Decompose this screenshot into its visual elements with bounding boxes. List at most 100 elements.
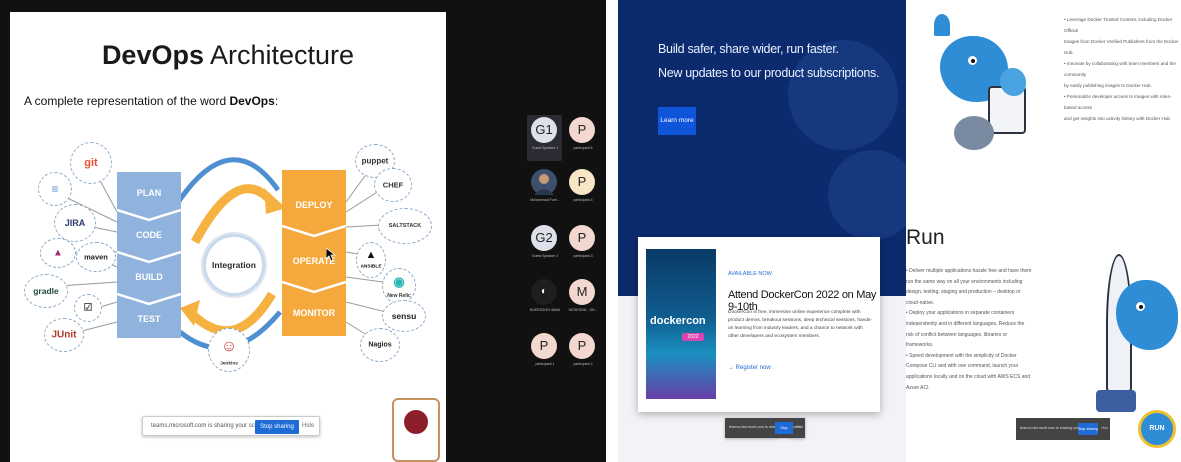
integration-hub-label: Integration <box>212 260 256 270</box>
participant-tile[interactable]: M MCSE0030 - SH... <box>565 277 601 321</box>
participant-name: participant.1 <box>535 362 555 366</box>
chef-logo-label: CHEF <box>382 180 404 190</box>
participant-tile[interactable]: Pparticipant.2 <box>565 331 601 375</box>
docker-website: Build safer, share wider, run faster. Ne… <box>618 0 1181 462</box>
share-bar-text: teams.microsoft.com is sharing your scre… <box>151 423 269 429</box>
participant-tile[interactable]: Pparticipant.6 <box>565 115 601 159</box>
hide-share-bar-button[interactable]: Hide <box>302 423 314 429</box>
participant-name: MCSE0030 - SH... <box>568 308 598 312</box>
checklist-icon: ☑ <box>83 302 93 314</box>
mountain-icon: ▲ <box>53 247 63 259</box>
hero-headline: Build safer, share wider, run faster. <box>658 42 839 56</box>
robot-figure <box>954 116 994 150</box>
small-whale-mascot <box>1000 68 1026 96</box>
docker-whale-illustration-top <box>930 8 1060 158</box>
dev-chevrons <box>117 208 181 306</box>
participant-avatar: G1 <box>531 117 557 143</box>
ansible-logo: ANSIBLE ▲ <box>356 242 386 278</box>
saltstack-logo-label: SALTSTACK <box>388 223 422 229</box>
participant-tile[interactable]: Pparticipant.1 <box>527 331 563 375</box>
bullet-line: design, testing, staging and production … <box>906 289 1021 296</box>
bullet-line: independently and in different languages… <box>906 320 1025 327</box>
hero-decor-shape <box>788 40 898 150</box>
participant-tile[interactable]: ◐ BUEEDSON IMAM <box>527 277 563 321</box>
whale-eye <box>968 56 977 65</box>
bullet-line: and get insights into activity history w… <box>1064 116 1172 121</box>
ops-stage-column: DEPLOY OPERATE MONITOR <box>282 170 346 336</box>
stop-sharing-button[interactable]: Stop sharing <box>1078 423 1098 435</box>
card-kicker: AVAILABLE NOW <box>728 271 772 277</box>
run-feature-bullets: • Deliver multiple applications hassle f… <box>906 266 1038 393</box>
whale-mascot <box>1116 280 1178 350</box>
participant-tile[interactable]: G2 Guest Speaker 2 <box>527 223 563 267</box>
chef-logo: CHEF <box>374 168 412 202</box>
sensu-logo-label: sensu <box>391 311 417 321</box>
stop-sharing-button[interactable]: Stop sharing <box>775 422 793 442</box>
dockercon-brand-text: dockercon <box>650 315 706 327</box>
bullet-line: • Innovate by collaborating with team me… <box>1064 61 1176 77</box>
participant-tile[interactable]: G1 Guest Speaker 1 <box>527 115 563 159</box>
saltstack-logo: SALTSTACK <box>378 208 432 244</box>
participant-tile[interactable]: Muhammad Furh... <box>527 167 563 211</box>
stack-icon: ≡ <box>51 182 59 196</box>
participant-tile[interactable]: Pparticipant.3 <box>565 223 601 267</box>
jenkins-logo-label: Jenkins <box>220 361 238 367</box>
newrelic-logo-label: New Relic <box>387 292 411 299</box>
integration-hub: Integration <box>203 234 265 296</box>
checklist-logo: ☑ <box>74 294 102 322</box>
participant-photo-avatar <box>531 169 557 195</box>
participant-avatar: P <box>569 225 595 251</box>
bullet-line: Azure ACI. <box>906 384 930 391</box>
bullet-line: frameworks. <box>906 342 934 349</box>
dockercon-promo-card: dockercon 2022 AVAILABLE NOW Attend Dock… <box>638 237 880 412</box>
dev-stage-column: PLAN CODE BUILD TEST <box>117 172 181 338</box>
participant-avatar: P <box>531 333 557 359</box>
junit-logo: JUnit <box>44 318 84 352</box>
hero-subheadline: New updates to our product subscriptions… <box>658 66 880 80</box>
bullet-line: by easily publishing images to Docker Hu… <box>1064 83 1152 88</box>
junit-logo-label: JUnit <box>51 329 77 341</box>
git-logo-label: git <box>84 157 98 169</box>
docker-features-panel: • Leverage Docker Trusted Content, inclu… <box>906 0 1181 462</box>
jira-logo-label: JIRA <box>64 218 86 228</box>
ops-chevrons <box>282 224 346 294</box>
participant-tile[interactable]: Pparticipant.4 <box>565 167 601 211</box>
participant-avatar: ◐ <box>531 279 557 305</box>
hero-decor-shape <box>828 150 906 240</box>
bullet-line: risk of conflict between languages, libr… <box>906 331 1008 338</box>
register-now-link[interactable]: → Register now <box>728 365 771 371</box>
screen-share-bar-mid: teams.microsoft.com is sharing your scre… <box>725 418 805 442</box>
person-icon <box>534 174 554 195</box>
stop-sharing-button[interactable]: Stop sharing <box>255 420 299 434</box>
bullet-line: Images from Docker Verified Publishers f… <box>1064 39 1179 55</box>
bullet-line: cloud-native. <box>906 299 935 306</box>
shared-slide: DevOps Architecture A complete represent… <box>10 12 446 462</box>
participant-avatar: P <box>569 333 595 359</box>
newrelic-logo: New Relic ◉ <box>382 268 416 304</box>
register-now-label: Register now <box>735 365 771 371</box>
hide-share-bar-button[interactable]: Hide <box>1101 426 1108 430</box>
run-button-icon: RUN <box>1138 410 1176 448</box>
participant-name: Guest Speaker 1 <box>531 146 559 150</box>
participant-avatar: P <box>569 117 595 143</box>
dockercon-year-badge: 2022 <box>682 333 704 341</box>
university-seal-logo <box>392 398 440 462</box>
jenkins-logo: Jenkins ☺ <box>208 328 250 372</box>
mountain-logo: ▲ <box>40 238 76 268</box>
bullet-line: • Personalize developer access to images… <box>1064 94 1172 110</box>
dockercon-banner-image: dockercon 2022 <box>646 249 716 399</box>
hide-share-bar-button[interactable]: Hide <box>796 425 803 429</box>
teams-meeting-window: DevOps Architecture A complete represent… <box>0 0 606 462</box>
gradle-logo: gradle <box>24 274 68 308</box>
stack-logo: ≡ <box>38 172 72 206</box>
sensu-logo: sensu <box>382 300 426 332</box>
whale-eye <box>1136 302 1145 311</box>
bullet-line: • Speed development with the simplicity … <box>906 352 1017 359</box>
learn-more-button[interactable]: Learn more <box>658 107 696 135</box>
participant-name: participant.3 <box>573 254 593 258</box>
mouse-cursor-icon <box>326 248 336 262</box>
run-section-title: Run <box>906 226 945 249</box>
puppet-logo-label: puppet <box>361 156 389 166</box>
screen-share-bar-right: teams.microsoft.com is sharing your scre… <box>1016 418 1110 440</box>
screenshot-collage: DevOps Architecture A complete represent… <box>0 0 1181 462</box>
